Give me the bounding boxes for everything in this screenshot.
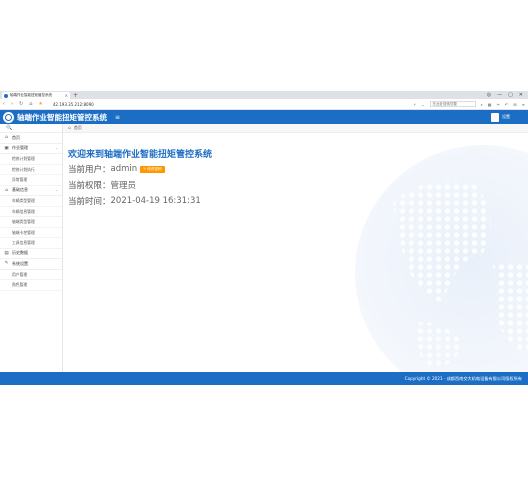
search-icon[interactable]: ⌕ (481, 102, 483, 107)
footer: Copyright © 2021 · 成都西南交大机电设备有限公司版权所有 (0, 372, 528, 385)
current-role-label: 当前权限： (68, 181, 111, 191)
breadcrumb-home-icon[interactable]: ⌂ (68, 126, 71, 131)
chevron-down-icon: ⌄ (55, 146, 58, 151)
cut-icon[interactable]: ✂ (497, 102, 500, 107)
close-window-icon[interactable]: ✕ (519, 92, 523, 98)
welcome-heading: 欢迎来到轴端作业智能扭矩管控系统 (68, 150, 213, 160)
sidebar-group[interactable]: ▣ 作业管理 ⌄ (0, 144, 62, 154)
sidebar-subitem[interactable]: 车辆信息管理 (0, 207, 62, 217)
maximize-icon[interactable]: ▢ (508, 92, 513, 98)
current-user-value: admin (110, 164, 138, 174)
user-avatar[interactable] (491, 112, 499, 122)
forward-icon[interactable]: › (11, 101, 13, 107)
sidebar-item[interactable]: ▤ 历史数据 (0, 249, 62, 259)
sidebar-subitem[interactable]: 检修计划管理 (0, 154, 62, 165)
browser-window: 轴端作业智能扭矩管控系统 × + ◎ — ▢ ✕ ‹ › ↻ ⌂ ★ 42.19… (0, 91, 528, 385)
bookmark-star-icon[interactable]: ★ (38, 101, 42, 107)
browser-tab[interactable]: 轴端作业智能扭矩管控系统 × (2, 92, 70, 99)
user-menu-label[interactable]: 设置 (502, 114, 510, 120)
sidebar-subitem[interactable]: 异常管理 (0, 175, 62, 186)
sidebar-subitem[interactable]: 轴端卡控管理 (0, 228, 62, 238)
current-user-label: 当前用户： (68, 165, 111, 175)
favicon-icon (4, 93, 8, 98)
sidebar-item-icon: ▤ (4, 250, 9, 256)
sidebar: 🔍 ⌂ 首页 ▣ 作业管理 ⌄ 检修计划管理 检修计划执行 异常管理 ⌂ 基础信息 ⌄ 车辆类型管理车… (0, 124, 63, 372)
globe-background-image (355, 145, 528, 372)
new-tab-button[interactable]: + (73, 92, 78, 99)
sidebar-menu: ⌂ 首页 ▣ 作业管理 ⌄ 检修计划管理 检修计划执行 异常管理 ⌂ 基础信息 ⌄ 车辆类型管理 车辆信… (0, 133, 62, 291)
tab-strip: 轴端作业智能扭矩管控系统 × + ◎ — ▢ ✕ (0, 91, 528, 99)
address-bar-tools: ⚡ ⌄ 在此处搜索您要 ⌕ ▦ ✂ ↶ ⊞ ≡ (413, 101, 525, 107)
current-role-value: 管理员 (110, 181, 137, 191)
home-icon[interactable]: ⌂ (29, 101, 32, 107)
breadcrumb: ⌂ 首页 (63, 124, 528, 133)
url-field[interactable]: 42.193.35.212:8090 (53, 102, 94, 107)
app-header: 轴端作业智能扭矩管控系统 ≡ 设置 (0, 110, 528, 124)
current-time-label: 当前时间： (68, 197, 111, 207)
extension-icon[interactable]: ▦ (488, 102, 492, 107)
sidebar-subitem[interactable]: 车辆类型管理 (0, 196, 62, 207)
change-password-button[interactable]: ✎ 修改密码 (140, 165, 165, 173)
sidebar-subitem[interactable]: 用户管理 (0, 270, 62, 280)
sidebar-item-icon: ✎ (4, 261, 9, 267)
lightning-icon[interactable]: ⚡ (413, 102, 416, 107)
current-role-row: 当前权限： 管理员 (68, 179, 136, 191)
sidebar-group[interactable]: ⌂ 基础信息 ⌄ (0, 186, 62, 196)
current-time-value: 2021-04-19 16:31:31 (110, 196, 201, 206)
sidebar-item-icon: ⌂ (5, 187, 8, 193)
sidebar-search-icon[interactable]: 🔍 (0, 124, 62, 133)
user-area[interactable]: 设置 (491, 112, 528, 122)
sidebar-item-label: 历史数据 (12, 250, 28, 256)
current-time-row: 当前时间： 2021-04-19 16:31:31 (68, 195, 201, 207)
main-panel: ⌂ 首页 欢迎来到轴端作业智能扭矩管控系统 当前用户： admin ✎ 修改密码… (63, 124, 528, 372)
sidebar-subitem[interactable]: 轴端类型管理 (0, 217, 62, 228)
tab-title: 轴端作业智能扭矩管控系统 (10, 93, 52, 97)
app-title: 轴端作业智能扭矩管控系统 (17, 112, 107, 122)
sidebar-item-label: 基础信息 (12, 187, 28, 193)
window-control-1[interactable]: ◎ (487, 92, 491, 98)
dropdown-icon[interactable]: ⌄ (421, 102, 424, 107)
menu-toggle-icon[interactable]: ≡ (115, 114, 120, 121)
chevron-down-icon: ⌄ (55, 188, 58, 193)
sidebar-item-label: 首页 (12, 134, 20, 140)
reload-icon[interactable]: ↻ (19, 101, 23, 107)
window-controls: ◎ — ▢ ✕ (487, 92, 528, 98)
grid-icon[interactable]: ⊞ (513, 102, 516, 107)
browser-search-input[interactable]: 在此处搜索您要 (429, 101, 476, 107)
sidebar-item-label: 系统设置 (12, 260, 28, 266)
sidebar-subitem[interactable]: 工具信息管理 (0, 238, 62, 249)
logo-icon (3, 111, 14, 123)
breadcrumb-label[interactable]: 首页 (74, 125, 82, 131)
address-bar: ‹ › ↻ ⌂ ★ 42.193.35.212:8090 ⚡ ⌄ 在此处搜索您要… (0, 99, 528, 110)
sidebar-item[interactable]: ⌂ 首页 (0, 133, 62, 144)
undo-icon[interactable]: ↶ (505, 102, 508, 107)
back-icon[interactable]: ‹ (3, 101, 5, 107)
sidebar-item-label: 作业管理 (12, 145, 28, 151)
sidebar-subitem[interactable]: 检修计划执行 (0, 165, 62, 175)
sidebar-subitem[interactable]: 角色管理 (0, 280, 62, 291)
tab-close-icon[interactable]: × (65, 93, 68, 98)
sidebar-item-icon: ▣ (4, 145, 9, 151)
sidebar-item-icon: ⌂ (5, 135, 8, 141)
menu-icon[interactable]: ≡ (522, 102, 525, 107)
welcome-content: 欢迎来到轴端作业智能扭矩管控系统 当前用户： admin ✎ 修改密码 当前权限… (63, 133, 528, 372)
minimize-icon[interactable]: — (497, 92, 502, 98)
sidebar-group[interactable]: ✎ 系统设置 (0, 259, 62, 270)
current-user-row: 当前用户： admin ✎ 修改密码 (68, 163, 165, 175)
